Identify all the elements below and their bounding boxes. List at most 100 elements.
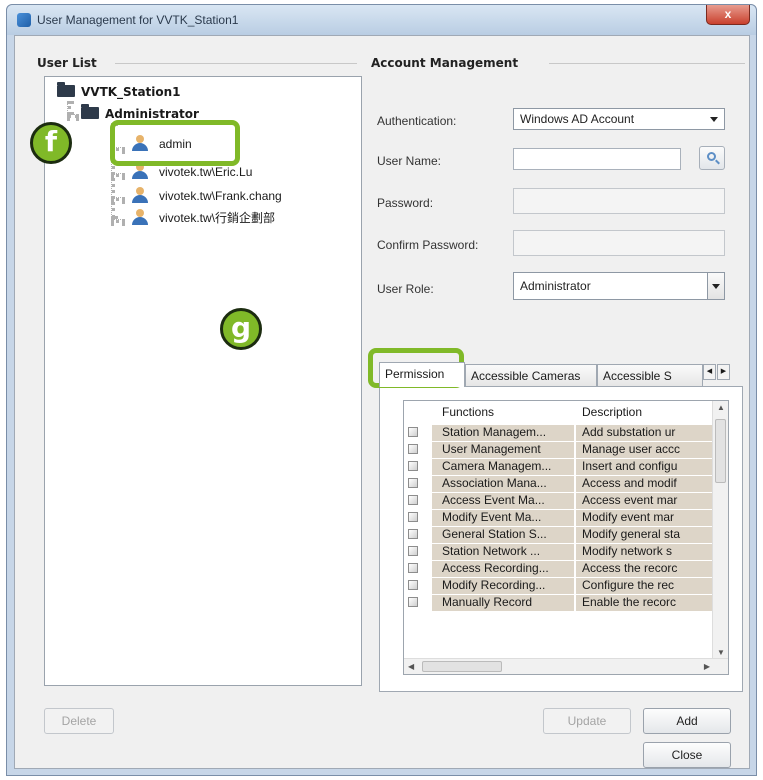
authentication-value: Windows AD Account: [520, 112, 635, 126]
group-divider: [115, 63, 357, 64]
table-row[interactable]: Access Recording... Access the recorc: [404, 560, 714, 577]
grid-header: Functions Description: [404, 401, 728, 423]
tab-scroll-right-button[interactable]: ▶: [717, 364, 730, 380]
description-cell: Manage user accc: [576, 442, 714, 458]
tab-permission[interactable]: Permission: [379, 362, 465, 387]
permission-checkbox[interactable]: [408, 529, 418, 539]
function-cell: Station Managem...: [432, 425, 574, 441]
user-role-select[interactable]: Administrator: [513, 272, 725, 300]
app-icon: [17, 13, 31, 27]
tree-connector: [67, 101, 71, 115]
description-cell: Enable the recorc: [576, 595, 714, 611]
function-cell: General Station S...: [432, 527, 574, 543]
column-header-functions[interactable]: Functions: [442, 405, 494, 419]
group-divider: [549, 63, 745, 64]
delete-button[interactable]: Delete: [44, 708, 114, 734]
function-cell: Camera Managem...: [432, 459, 574, 475]
function-cell: Association Mana...: [432, 476, 574, 492]
chevron-down-icon: [710, 117, 718, 122]
description-cell: Modify network s: [576, 544, 714, 560]
permission-checkbox[interactable]: [408, 546, 418, 556]
permission-checkbox[interactable]: [408, 427, 418, 437]
confirm-password-label: Confirm Password:: [377, 238, 479, 252]
tab-accessible-cameras[interactable]: Accessible Cameras: [465, 364, 597, 386]
table-row[interactable]: General Station S... Modify general sta: [404, 526, 714, 543]
description-cell: Modify general sta: [576, 527, 714, 543]
tree-connector: [111, 197, 125, 201]
tree-user-frank[interactable]: vivotek.tw\Frank.chang: [131, 187, 282, 203]
table-row[interactable]: User Management Manage user accc: [404, 441, 714, 458]
title-bar[interactable]: User Management for VVTK_Station1 x: [7, 5, 756, 35]
description-cell: Insert and configu: [576, 459, 714, 475]
function-cell: User Management: [432, 442, 574, 458]
folder-icon: [57, 82, 75, 97]
tree-connector: [111, 173, 125, 177]
callout-badge-g: g: [220, 308, 262, 350]
vertical-scrollbar[interactable]: ▲ ▼: [712, 401, 728, 659]
folder-icon: [81, 104, 99, 119]
tab-accessible-s[interactable]: Accessible S: [597, 364, 703, 386]
scroll-left-icon[interactable]: ◀: [408, 662, 414, 671]
chevron-down-icon: [712, 284, 720, 289]
dropdown-button[interactable]: [707, 272, 725, 300]
function-cell: Station Network ...: [432, 544, 574, 560]
description-cell: Configure the rec: [576, 578, 714, 594]
permission-grid[interactable]: Functions Description Station Managem...…: [403, 400, 729, 675]
table-row[interactable]: Manually Record Enable the recorc: [404, 594, 714, 611]
permission-checkbox[interactable]: [408, 461, 418, 471]
horizontal-scrollbar[interactable]: ◀ ▶: [404, 658, 728, 674]
table-row[interactable]: Modify Event Ma... Modify event mar: [404, 509, 714, 526]
tree-root-label: VVTK_Station1: [81, 85, 181, 99]
password-label: Password:: [377, 196, 434, 210]
password-input[interactable]: [513, 188, 725, 214]
tree-user-marketing[interactable]: vivotek.tw\行銷企劃部: [131, 209, 275, 226]
permission-checkbox[interactable]: [408, 512, 418, 522]
permission-checkbox[interactable]: [408, 580, 418, 590]
description-cell: Modify event mar: [576, 510, 714, 526]
function-cell: Access Recording...: [432, 561, 574, 577]
user-role-value: Administrator: [520, 279, 591, 293]
table-row[interactable]: Station Managem... Add substation ur: [404, 424, 714, 441]
scroll-down-icon[interactable]: ▼: [717, 648, 725, 657]
permission-checkbox[interactable]: [408, 495, 418, 505]
update-button[interactable]: Update: [543, 708, 631, 734]
scroll-up-icon[interactable]: ▲: [717, 403, 725, 412]
function-cell: Modify Event Ma...: [432, 510, 574, 526]
scroll-thumb[interactable]: [422, 661, 502, 672]
username-input[interactable]: [513, 148, 681, 170]
admin-highlight-callout: [110, 120, 240, 166]
tree-group-administrator[interactable]: Administrator: [81, 104, 199, 121]
permission-checkbox[interactable]: [408, 597, 418, 607]
table-row[interactable]: Station Network ... Modify network s: [404, 543, 714, 560]
close-button[interactable]: Close: [643, 742, 731, 768]
tab-scroll-left-button[interactable]: ◀: [703, 364, 716, 380]
table-row[interactable]: Access Event Ma... Access event mar: [404, 492, 714, 509]
function-cell: Manually Record: [432, 595, 574, 611]
account-management-group-label: Account Management: [371, 56, 519, 70]
permission-checkbox[interactable]: [408, 563, 418, 573]
tree-root[interactable]: VVTK_Station1: [57, 82, 181, 99]
add-button[interactable]: Add: [643, 708, 731, 734]
permission-checkbox[interactable]: [408, 444, 418, 454]
user-label: vivotek.tw\Frank.chang: [159, 189, 282, 203]
search-user-button[interactable]: [699, 146, 725, 170]
column-header-description[interactable]: Description: [582, 405, 642, 419]
table-row[interactable]: Modify Recording... Configure the rec: [404, 577, 714, 594]
user-label: vivotek.tw\Eric.Lu: [159, 165, 253, 179]
scroll-thumb[interactable]: [715, 419, 726, 483]
description-cell: Add substation ur: [576, 425, 714, 441]
authentication-label: Authentication:: [377, 114, 457, 128]
scroll-right-icon[interactable]: ▶: [704, 662, 710, 671]
authentication-select[interactable]: Windows AD Account: [513, 108, 725, 130]
user-role-label: User Role:: [377, 282, 434, 296]
user-label: vivotek.tw\行銷企劃部: [159, 211, 276, 225]
user-icon: [131, 209, 149, 225]
user-tree[interactable]: VVTK_Station1 Administrator admin vivote…: [44, 76, 362, 686]
description-cell: Access event mar: [576, 493, 714, 509]
function-cell: Modify Recording...: [432, 578, 574, 594]
table-row[interactable]: Association Mana... Access and modif: [404, 475, 714, 492]
close-window-button[interactable]: x: [706, 5, 750, 25]
confirm-password-input[interactable]: [513, 230, 725, 256]
permission-checkbox[interactable]: [408, 478, 418, 488]
table-row[interactable]: Camera Managem... Insert and configu: [404, 458, 714, 475]
